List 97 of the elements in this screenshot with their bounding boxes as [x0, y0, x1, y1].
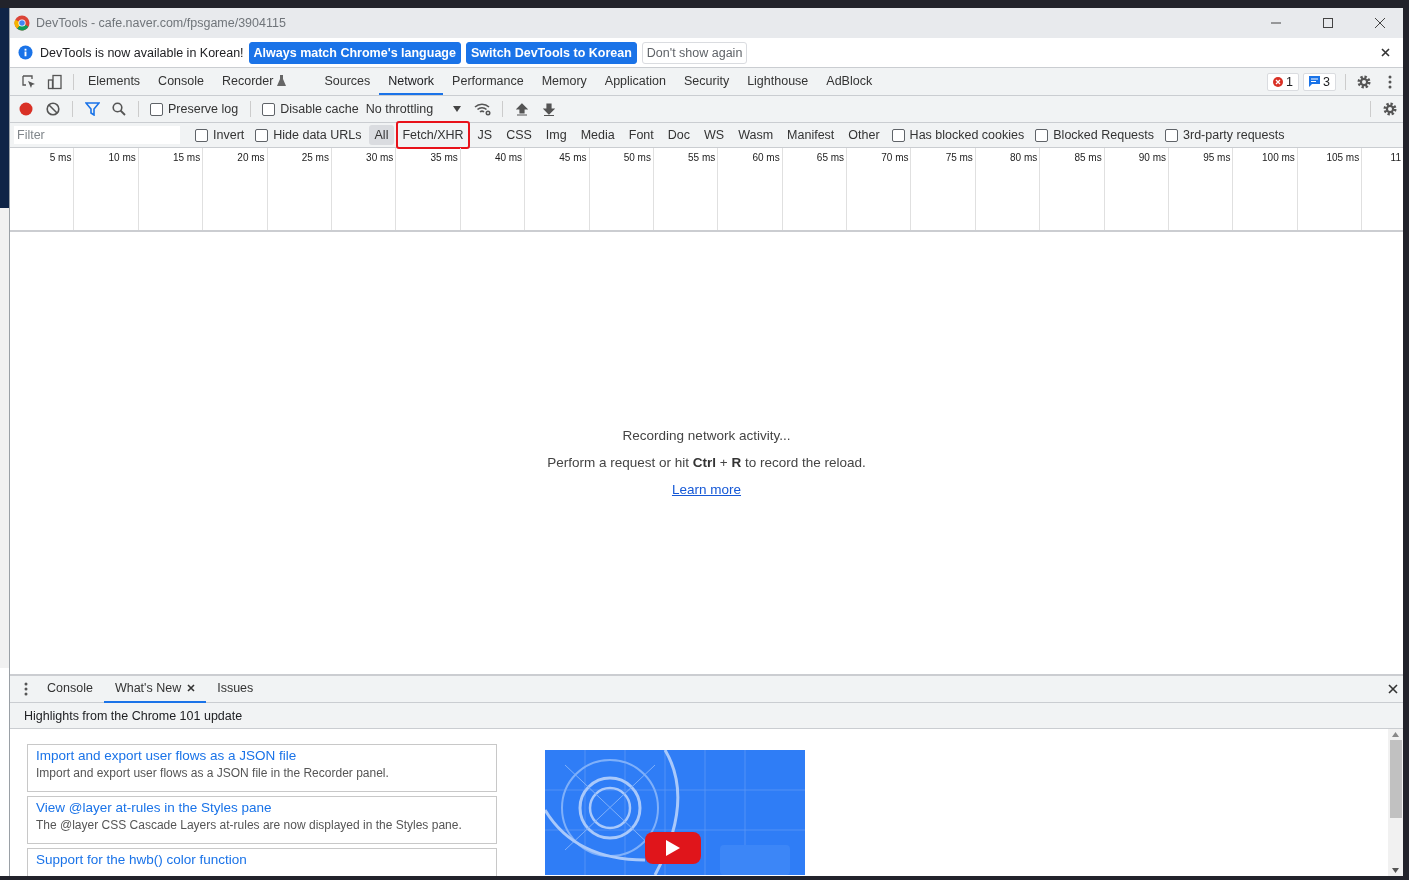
drawer-tab[interactable]: Console	[36, 675, 104, 703]
type-filter-button[interactable]: Manifest	[781, 125, 841, 145]
checkbox[interactable]: Preserve log	[150, 102, 239, 116]
checkbox-box[interactable]	[195, 128, 208, 142]
time-tick-label: 20 ms	[237, 152, 265, 163]
message-count[interactable]: 3	[1303, 72, 1336, 91]
close-icon	[1380, 48, 1390, 57]
scroll-down-arrow-icon[interactable]	[1392, 868, 1399, 873]
scroll-up-arrow-icon[interactable]	[1392, 732, 1399, 737]
learn-more-link[interactable]: Learn more	[671, 481, 741, 497]
type-filter-button[interactable]: Img	[539, 125, 573, 145]
more-options-icon[interactable]	[24, 682, 28, 696]
infobar-button[interactable]: Don't show again	[641, 41, 748, 64]
time-tick-label: 80 ms	[1010, 152, 1038, 163]
time-tick-label: 85 ms	[1074, 152, 1102, 163]
filter-field[interactable]: Filter	[14, 126, 180, 144]
time-tick-label: 40 ms	[494, 152, 523, 163]
flask-icon	[277, 75, 287, 86]
time-tick-label: 60 ms	[752, 152, 780, 163]
record-icon	[19, 102, 33, 116]
time-tick-label: 45 ms	[559, 152, 587, 163]
feature-card[interactable]: View @layer at-rules in the Styles pane The @layer CSS Cascade Layers at-rules are now displayed in the Styles pane.	[27, 796, 497, 844]
checkbox-box[interactable]	[255, 128, 269, 142]
checkbox-box[interactable]	[1035, 128, 1049, 142]
infobar-button[interactable]: Switch DevTools to Korean	[465, 41, 637, 64]
panel-tab[interactable]: Recorder	[213, 68, 316, 95]
close-icon[interactable]	[187, 684, 196, 692]
time-tick-label: 105 ms	[1326, 152, 1360, 163]
panel-tab[interactable]: Performance	[443, 68, 533, 95]
message-icon	[1309, 76, 1321, 87]
update-heading: Highlights from the Chrome 101 update	[24, 708, 243, 723]
drawer-tab[interactable]: Issues	[206, 675, 265, 703]
checkbox-box[interactable]	[891, 128, 905, 142]
checkbox[interactable]: Disable cache	[262, 102, 359, 116]
error-icon	[1273, 76, 1284, 87]
type-filter-button[interactable]: Font	[622, 125, 660, 145]
error-count[interactable]: 1	[1267, 72, 1300, 91]
panel-tab[interactable]: Memory	[532, 68, 596, 95]
checkbox[interactable]: Hide data URLs	[255, 128, 362, 142]
panel-tab[interactable]: Console	[149, 68, 213, 95]
checkbox[interactable]: Invert	[195, 128, 245, 142]
time-tick-label: 90 ms	[1138, 152, 1167, 163]
hint-text: Perform a request or hit Ctrl + R to record the reload.	[547, 454, 866, 470]
time-tick-label: 55 ms	[688, 152, 716, 163]
time-tick-label: 65 ms	[816, 152, 845, 163]
type-filter-button[interactable]: Other	[842, 125, 886, 145]
time-tick-label: 15 ms	[172, 152, 201, 163]
panel-tab[interactable]: Sources	[315, 68, 380, 95]
type-filter-button[interactable]: Wasm	[732, 125, 780, 145]
type-filter-button[interactable]: Media	[574, 125, 621, 145]
checkbox-box[interactable]	[262, 102, 276, 116]
feature-description: The @layer CSS Cascade Layers at-rules are now displayed in the Styles pane.	[36, 818, 463, 832]
time-tick-label: 35 ms	[430, 152, 458, 163]
checkbox-label: Preserve log	[168, 102, 239, 116]
panel-tab[interactable]: Lighthouse	[738, 68, 818, 95]
checkbox-label: Hide data URLs	[273, 128, 362, 142]
feature-title[interactable]: Import and export user flows as a JSON file	[36, 748, 488, 763]
status-message: Recording network activity...	[622, 427, 791, 443]
feature-title[interactable]: View @layer at-rules in the Styles pane	[36, 800, 488, 815]
info-message: DevTools is now available in Korean!	[40, 45, 244, 60]
time-tick-label: 25 ms	[301, 152, 329, 163]
maximize-icon	[1322, 17, 1334, 29]
throttling-dropdown[interactable]: No throttling	[365, 102, 462, 116]
checkbox-label: Invert	[213, 128, 245, 142]
time-tick-label: 70 ms	[881, 152, 909, 163]
time-tick-label: 5 ms	[49, 152, 72, 163]
checkbox-box[interactable]	[150, 102, 163, 116]
time-tick-label: 30 ms	[366, 152, 394, 163]
type-filter-button[interactable]: WS	[698, 125, 731, 145]
infobar-button[interactable]: Always match Chrome's language	[248, 41, 461, 64]
panel-tab[interactable]: Elements	[79, 68, 150, 95]
time-tick-label: 100 ms	[1262, 152, 1295, 163]
feature-description: Import and export user flows as a JSON file in the Recorder panel.	[36, 766, 390, 780]
scrollbar[interactable]	[1388, 729, 1403, 876]
feature-card[interactable]: Import and export user flows as a JSON file Import and export user flows as a JSON file in the Recorder panel.	[27, 744, 497, 792]
caret-icon	[453, 106, 462, 112]
info-icon	[18, 45, 33, 60]
type-filter-button[interactable]: CSS	[500, 125, 538, 145]
time-tick-label: 11	[1390, 152, 1401, 163]
time-tick-label: 10 ms	[108, 152, 136, 163]
close-icon	[1374, 17, 1386, 29]
time-tick-label: 95 ms	[1203, 152, 1231, 163]
checkbox-box[interactable]	[1165, 128, 1179, 142]
panel-tab[interactable]: Security	[675, 68, 739, 95]
time-tick-label: 75 ms	[945, 152, 973, 163]
feature-card[interactable]: Support for the hwb() color function	[27, 848, 497, 876]
type-filter-button[interactable]: Doc	[661, 125, 696, 145]
type-filter-button[interactable]: Fetch/XHR	[396, 121, 470, 149]
checkbox-label: Disable cache	[280, 102, 359, 116]
browser-logo-icon	[14, 15, 30, 31]
window-title: DevTools - cafe.naver.com/fpsgame/3904115	[36, 16, 286, 30]
time-tick-label: 50 ms	[623, 152, 651, 163]
type-filter-button[interactable]: JS	[471, 125, 499, 145]
panel-tab[interactable]: AdBlock	[817, 68, 882, 95]
type-filter-button[interactable]: All	[368, 125, 395, 145]
feature-title[interactable]: Support for the hwb() color function	[36, 852, 488, 867]
panel-tab[interactable]: Application	[595, 68, 675, 95]
